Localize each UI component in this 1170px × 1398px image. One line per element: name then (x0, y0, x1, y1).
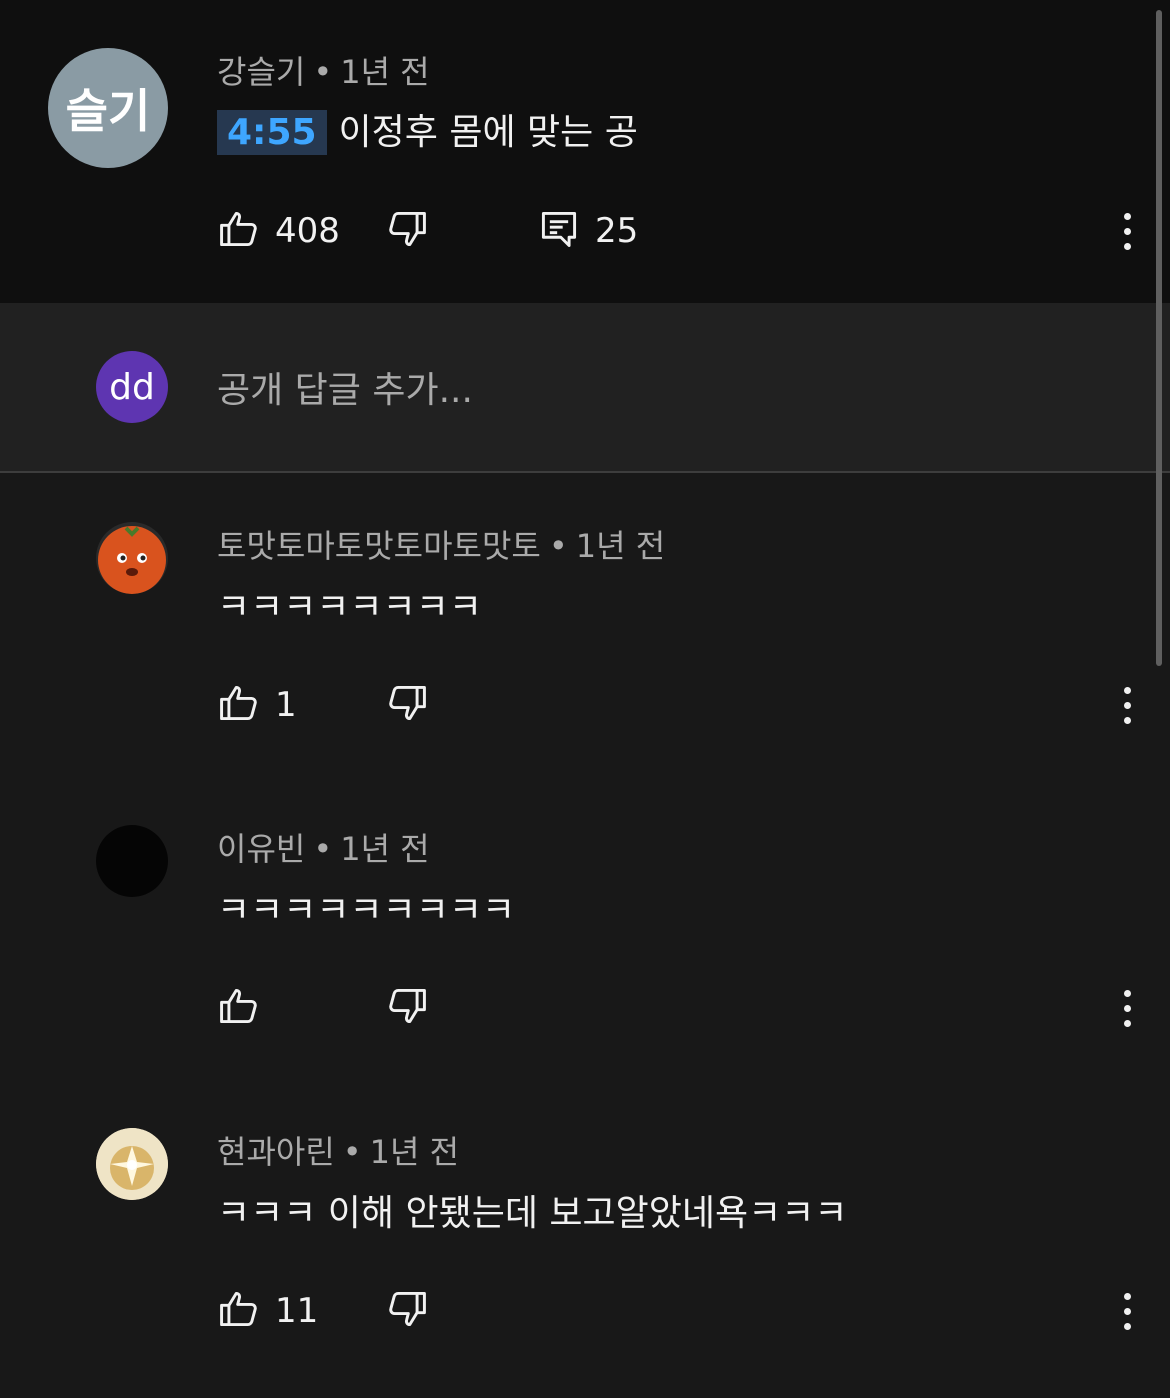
comment-actions: 408 25 (217, 207, 1137, 255)
thumbs-up-icon (217, 207, 261, 255)
reply-text: ㅋㅋㅋㅋㅋㅋㅋㅋㅋ (217, 890, 516, 931)
reply-time[interactable]: 1년 전 (340, 830, 429, 868)
reply-time[interactable]: 1년 전 (370, 1133, 459, 1171)
reply-author[interactable]: 현과아린 (217, 1133, 335, 1171)
reply-meta: 토맛토마토맛토마토맛토 • 1년 전 (217, 521, 665, 567)
reply-actions (217, 984, 1137, 1032)
like-button[interactable]: 408 (217, 207, 340, 255)
like-button[interactable]: 11 (217, 1287, 318, 1335)
comment-body: 이정후 몸에 맞는 공 (338, 112, 638, 153)
more-vertical-icon[interactable] (1117, 681, 1137, 729)
thumbs-down-icon (385, 984, 429, 1032)
meta-separator: • (313, 53, 333, 91)
reply-author[interactable]: 토맛토마토맛토마토맛토 (217, 527, 541, 565)
like-count: 11 (275, 1291, 319, 1331)
like-button[interactable]: 1 (217, 681, 297, 729)
dislike-button[interactable] (385, 681, 429, 729)
thumbs-up-icon (217, 681, 261, 729)
comment-meta: 강슬기 • 1년 전 (217, 47, 430, 93)
reply-actions: 11 (217, 1287, 1137, 1335)
dislike-button[interactable] (385, 207, 429, 255)
star-avatar-image (96, 1128, 168, 1200)
thumbs-up-icon (217, 984, 261, 1032)
more-vertical-icon[interactable] (1117, 1287, 1137, 1335)
reply-button[interactable]: 25 (537, 207, 638, 255)
scrollbar-thumb[interactable] (1156, 10, 1162, 666)
thumbs-down-icon (385, 681, 429, 729)
reply-meta: 이유빈 • 1년 전 (217, 824, 430, 870)
scrollbar[interactable] (1148, 0, 1170, 1398)
dislike-button[interactable] (385, 1287, 429, 1335)
comment-author[interactable]: 강슬기 (217, 53, 305, 91)
meta-separator: • (313, 830, 333, 868)
reply-count: 25 (595, 211, 639, 251)
reply-input-area: dd 공개 답글 추가... (0, 303, 1170, 473)
thumbs-down-icon (385, 207, 429, 255)
reply-text: ㅋㅋㅋ 이해 안됐는데 보고알았네욕ㅋㅋㅋ (217, 1193, 848, 1234)
dislike-button[interactable] (385, 984, 429, 1032)
avatar-initials: 슬기 (65, 84, 151, 138)
meta-separator: • (548, 527, 568, 565)
comment-icon (537, 207, 581, 255)
main-comment: 슬기 강슬기 • 1년 전 4:55 이정후 몸에 맞는 공 408 25 (0, 0, 1170, 303)
user-avatar[interactable]: dd (96, 351, 168, 423)
comment-text: 4:55 이정후 몸에 맞는 공 (217, 103, 638, 155)
reply-time[interactable]: 1년 전 (576, 527, 665, 565)
reply-text: ㅋㅋㅋㅋㅋㅋㅋㅋ (217, 587, 482, 628)
like-count: 1 (275, 685, 297, 725)
like-button[interactable] (217, 984, 275, 1032)
timestamp-link[interactable]: 4:55 (217, 110, 327, 155)
like-count: 408 (275, 211, 340, 251)
more-vertical-icon[interactable] (1117, 207, 1137, 255)
thumbs-up-icon (217, 1287, 261, 1335)
reply-input[interactable]: 공개 답글 추가... (217, 361, 473, 413)
more-vertical-icon[interactable] (1117, 984, 1137, 1032)
reply-actions: 1 (217, 681, 1137, 729)
reply-avatar[interactable] (96, 825, 168, 897)
comment-time[interactable]: 1년 전 (340, 53, 429, 91)
reply-meta: 현과아린 • 1년 전 (217, 1127, 459, 1173)
meta-separator: • (342, 1133, 362, 1171)
avatar-initials: dd (109, 366, 155, 408)
reply-avatar[interactable] (96, 1128, 168, 1200)
reply-avatar[interactable] (96, 522, 168, 594)
thumbs-down-icon (385, 1287, 429, 1335)
tomato-avatar-image (98, 526, 166, 594)
main-comment-avatar[interactable]: 슬기 (48, 48, 168, 168)
reply-author[interactable]: 이유빈 (217, 830, 305, 868)
